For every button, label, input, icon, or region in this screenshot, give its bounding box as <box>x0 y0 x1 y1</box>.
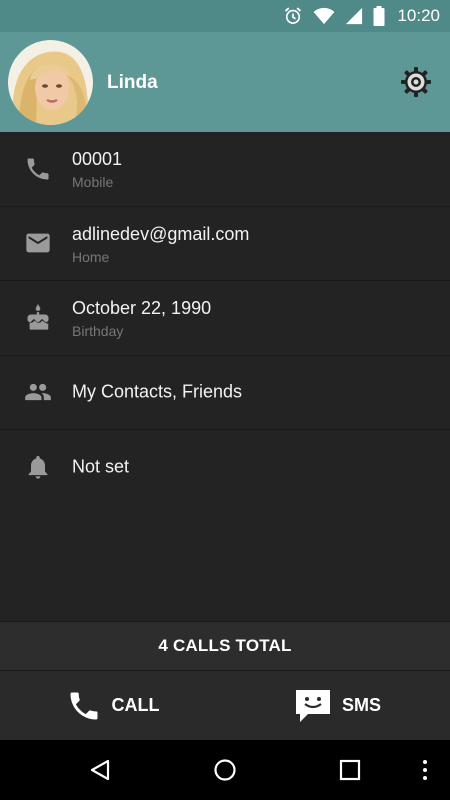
phone-type: Mobile <box>72 174 114 190</box>
bell-icon <box>28 456 48 479</box>
groups-row[interactable]: My Contacts, Friends <box>0 356 450 430</box>
phone-icon <box>27 158 49 180</box>
groups-value: My Contacts, Friends <box>72 381 243 402</box>
status-time: 10:20 <box>397 6 440 25</box>
settings-button[interactable] <box>399 65 433 99</box>
birthday-row[interactable]: October 22, 1990 Birthday <box>0 281 450 356</box>
contact-header: Linda <box>0 32 450 132</box>
birthday-date: October 22, 1990 <box>72 298 212 318</box>
cake-icon <box>27 303 49 330</box>
sms-bubble-icon <box>295 689 330 722</box>
gear-icon <box>401 67 431 97</box>
email-type: Home <box>72 248 110 265</box>
phone-number: 00001 <box>72 149 123 169</box>
sms-button[interactable]: SMS <box>225 671 450 740</box>
email-icon <box>26 233 50 253</box>
ringtone-value: Not set <box>72 456 130 477</box>
signal-icon <box>346 7 363 25</box>
contact-details-list: 00001 Mobile adlinedev@gmail.com Home Oc… <box>0 132 450 505</box>
overflow-menu-icon[interactable] <box>420 758 430 782</box>
alarm-icon <box>285 7 302 24</box>
avatar[interactable] <box>8 40 93 125</box>
wifi-icon <box>314 7 335 25</box>
home-icon[interactable] <box>213 758 237 782</box>
battery-icon <box>373 6 385 26</box>
contact-name: Linda <box>107 72 158 93</box>
birthday-label: Birthday <box>72 323 124 339</box>
phone-row[interactable]: 00001 Mobile <box>0 132 450 207</box>
call-label: CALL <box>111 695 160 715</box>
status-bar: 10:20 <box>0 0 450 32</box>
system-nav-bar <box>0 740 450 800</box>
ringtone-row[interactable]: Not set <box>0 430 450 505</box>
group-icon <box>25 384 51 401</box>
email-address: adlinedev@gmail.com <box>72 223 250 244</box>
calls-total-bar[interactable]: 4 CALLS TOTAL <box>0 621 450 670</box>
recents-icon[interactable] <box>338 758 362 782</box>
email-row[interactable]: adlinedev@gmail.com Home <box>0 207 450 281</box>
sms-label: SMS <box>341 695 381 715</box>
action-bar: CALL SMS <box>0 670 450 740</box>
back-icon[interactable] <box>88 758 112 782</box>
call-button[interactable]: CALL <box>0 671 225 740</box>
phone-handset-icon <box>70 692 97 719</box>
calls-total-label: 4 CALLS TOTAL <box>158 636 292 655</box>
